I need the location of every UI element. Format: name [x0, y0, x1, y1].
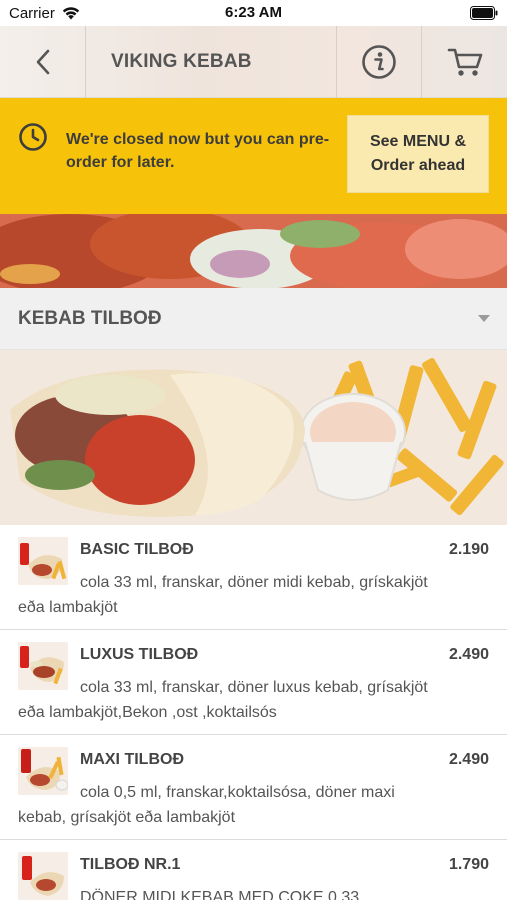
kebab-wrap-photo: [0, 350, 507, 525]
menu-item-name: BASIC TILBOÐ: [80, 541, 194, 558]
cart-button[interactable]: [422, 26, 507, 98]
menu-item[interactable]: BASIC TILBOÐ 2.190 cola 33 ml, franskar,…: [0, 525, 507, 630]
menu-item-description: cola 33 ml, franskar, döner luxus kebab,…: [18, 679, 428, 721]
page-title: VIKING KEBAB: [111, 51, 252, 72]
menu-item-price: 2.190: [448, 541, 489, 558]
category-header-kebab-tilbod[interactable]: KEBAB TILBOÐ: [0, 288, 507, 350]
status-time: 6:23 AM: [225, 4, 282, 21]
info-circle-icon: [362, 45, 396, 79]
caret-down-icon: [478, 315, 490, 322]
menu-item-name: LUXUS TILBOÐ: [80, 646, 199, 663]
nav-bar: VIKING KEBAB: [0, 26, 507, 98]
category-image: [0, 350, 507, 525]
hero-food-photo: [0, 214, 507, 288]
menu-item-list: BASIC TILBOÐ 2.190 cola 33 ml, franskar,…: [0, 525, 507, 900]
menu-item-description: cola 33 ml, franskar, döner midi kebab, …: [18, 574, 428, 616]
see-menu-order-ahead-button[interactable]: See MENU & Order ahead: [347, 115, 489, 193]
info-button[interactable]: [336, 26, 422, 98]
category-title: KEBAB TILBOÐ: [18, 308, 162, 329]
cart-icon: [447, 48, 482, 76]
restaurant-hero-image: [0, 214, 507, 288]
back-button[interactable]: [0, 26, 86, 98]
battery-icon: [470, 6, 498, 20]
status-bar: Carrier 6:23 AM: [0, 0, 507, 26]
menu-item-description: cola 0,5 ml, franskar,koktailsósa, döner…: [18, 784, 395, 826]
closed-notice-text: We're closed now but you can pre-order f…: [66, 131, 330, 171]
menu-item-description: DÖNER MIDI KEBAB MED COKE 0,33: [80, 889, 360, 900]
menu-item[interactable]: LUXUS TILBOÐ 2.490 cola 33 ml, franskar,…: [0, 630, 507, 735]
menu-item-name: MAXI TILBOÐ: [80, 751, 184, 768]
closed-notice-banner: We're closed now but you can pre-order f…: [0, 98, 507, 214]
menu-item-price: 2.490: [448, 751, 489, 768]
menu-item-name: TILBOÐ NR.1: [80, 856, 181, 873]
chevron-left-icon: [36, 49, 49, 75]
menu-item[interactable]: MAXI TILBOÐ 2.490 cola 0,5 ml, franskar,…: [0, 735, 507, 840]
menu-item-price: 1.790: [448, 856, 489, 873]
clock-icon: [19, 123, 47, 151]
menu-item[interactable]: TILBOÐ NR.1 1.790 DÖNER MIDI KEBAB MED C…: [0, 840, 507, 900]
menu-item-price: 2.490: [448, 646, 489, 663]
